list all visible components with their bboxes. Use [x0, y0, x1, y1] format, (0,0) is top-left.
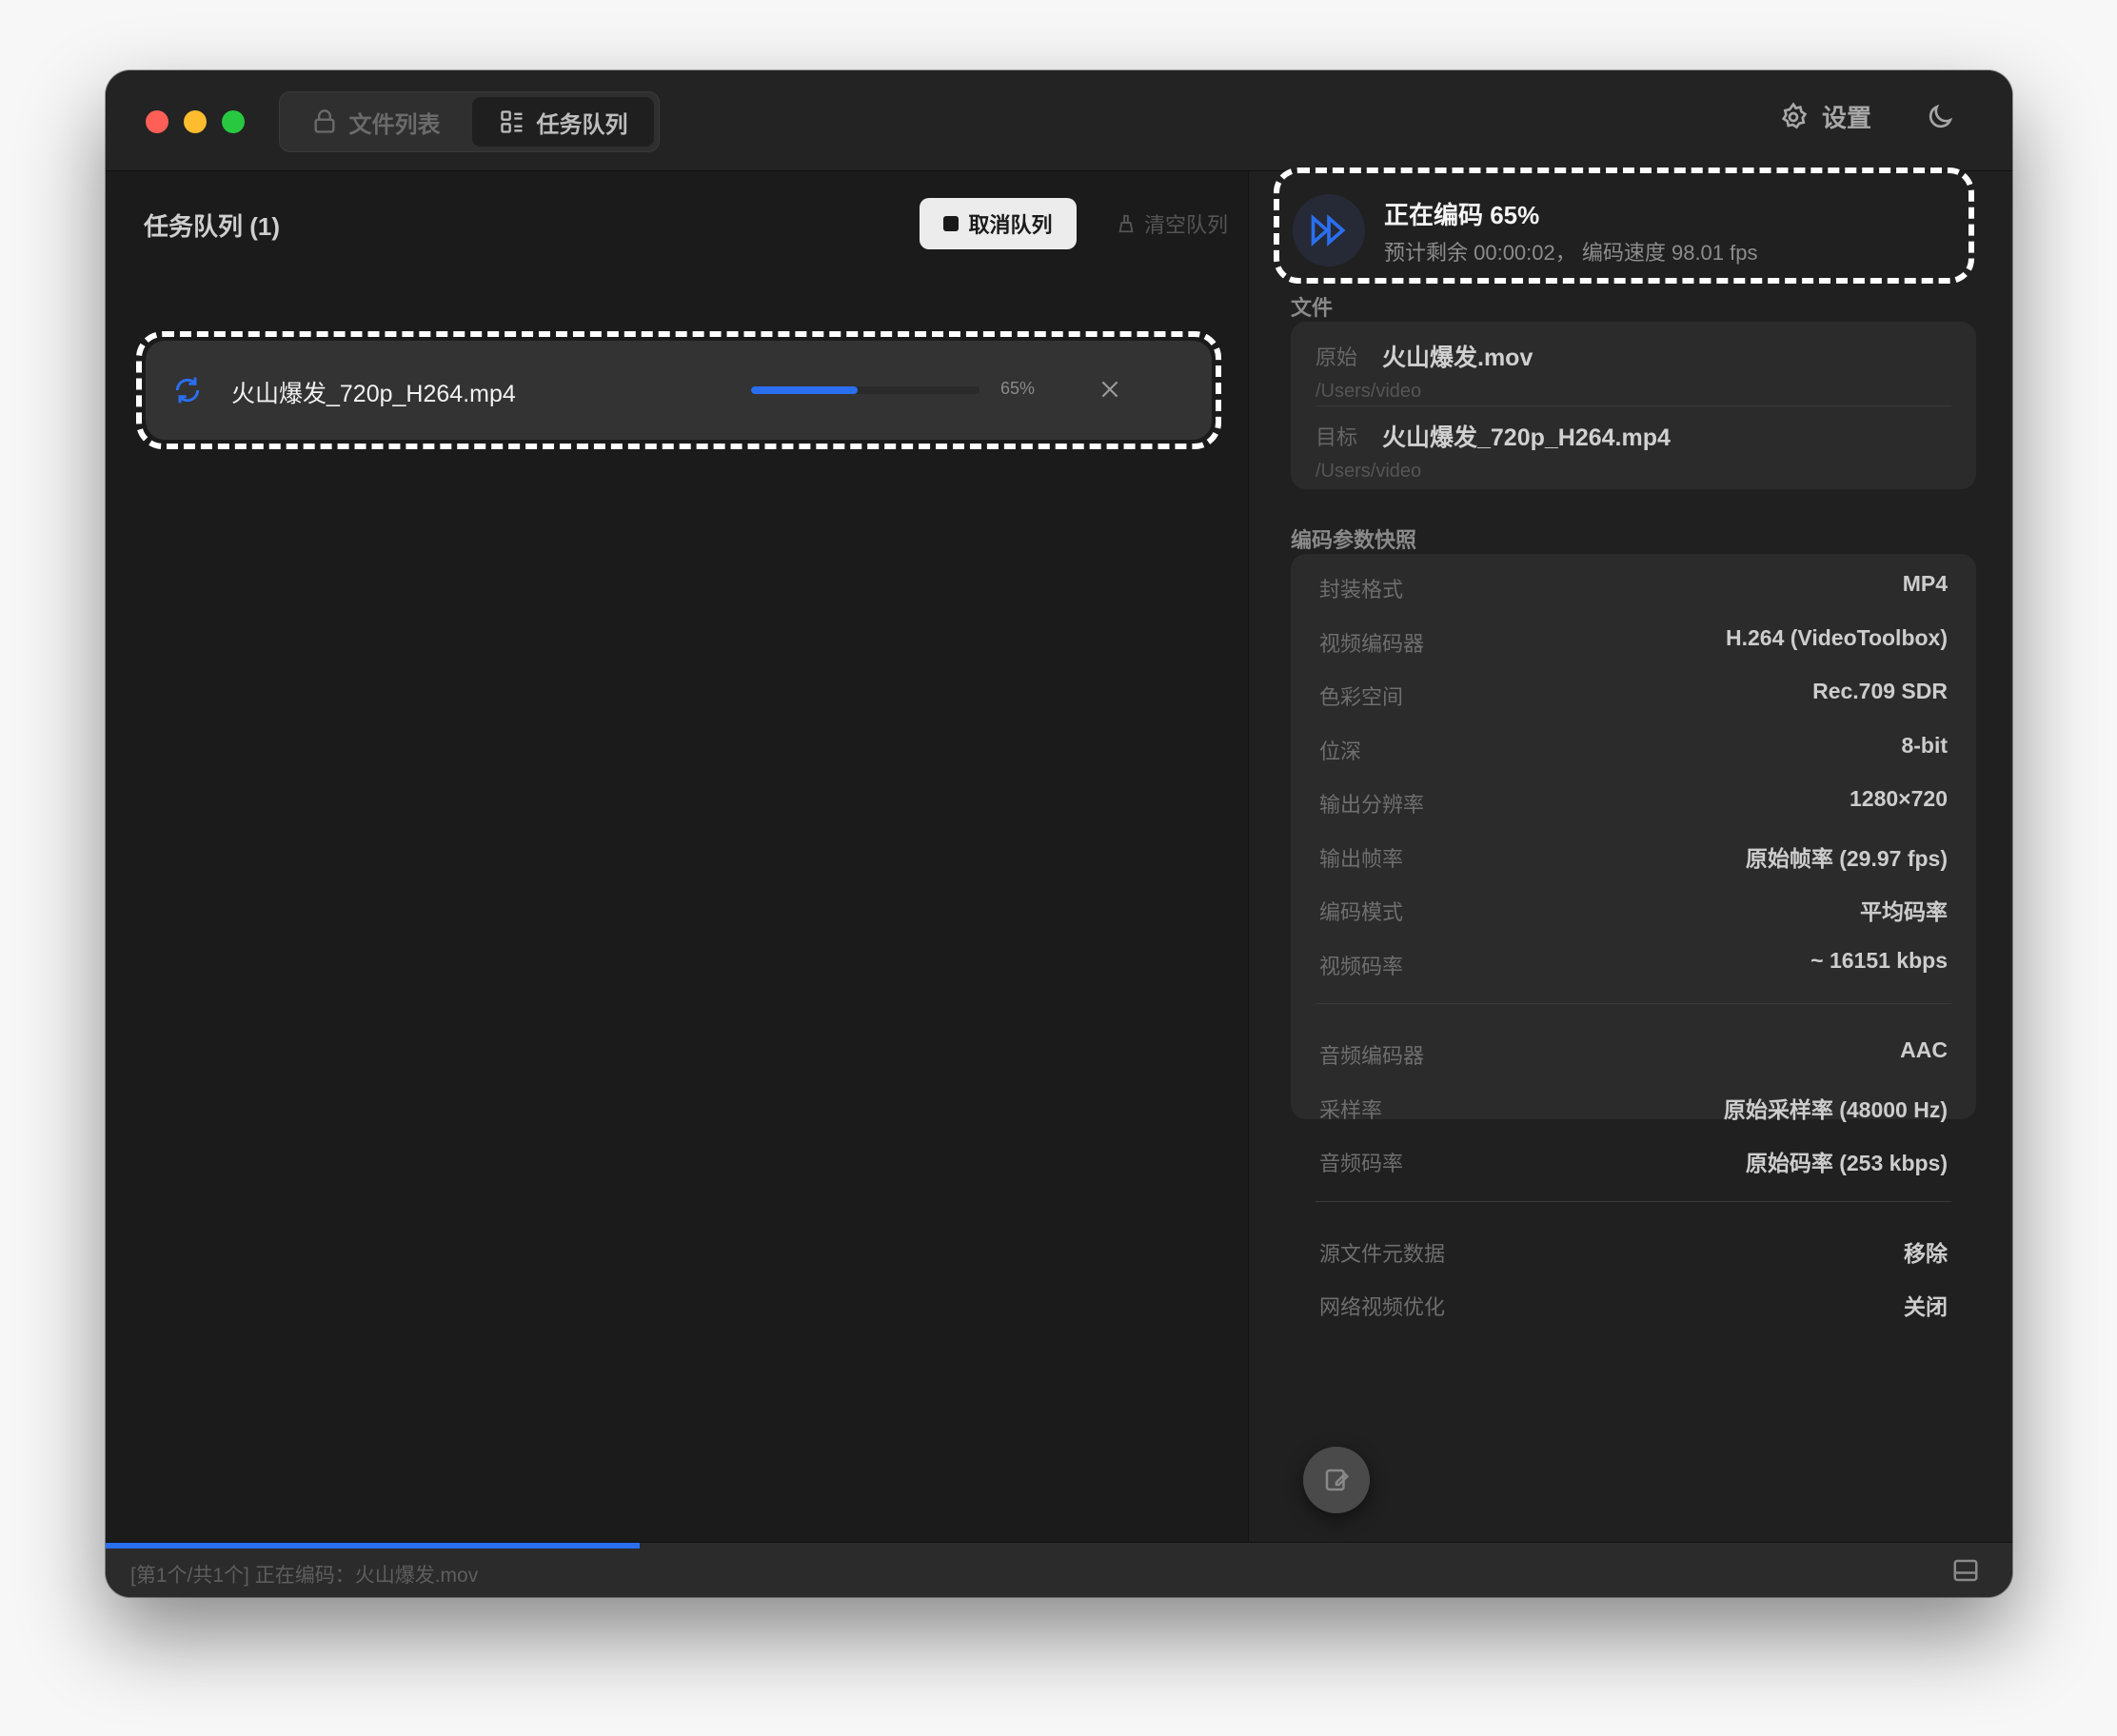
- detail-panel: 正在编码 65% 预计剩余 00:00:02， 编码速度 98.01 fps 文…: [1248, 168, 2012, 1542]
- encoding-status-title: 正在编码 65%: [1384, 201, 1540, 229]
- settings-label: 设置: [1821, 104, 1871, 132]
- task-item[interactable]: 火山爆发_720p_H264.mp4 65%: [146, 341, 1212, 440]
- param-key: 视频码率: [1319, 954, 1404, 978]
- param-row: 网络视频优化 关闭: [1319, 1285, 1948, 1323]
- encoding-status-icon: [1293, 194, 1365, 266]
- param-value: 移除: [1904, 1240, 1948, 1266]
- task-filename: 火山爆发_720p_H264.mp4: [231, 381, 516, 407]
- sidebar-toggle-icon[interactable]: [1951, 1556, 1980, 1585]
- tab-file-list[interactable]: 文件列表: [285, 97, 466, 147]
- encoding-status-subtitle: 预计剩余 00:00:02， 编码速度 98.01 fps: [1384, 241, 1758, 265]
- param-key: 视频编码器: [1319, 631, 1425, 656]
- titlebar-actions: 设置: [1778, 99, 1955, 134]
- task-progress-fill: [751, 386, 859, 394]
- param-value: 1280×720: [1850, 786, 1948, 811]
- overall-progress-bar: [106, 1543, 2012, 1549]
- title-bar: 文件列表 任务队列 设置: [106, 70, 2012, 171]
- param-value: 原始帧率 (29.97 fps): [1745, 845, 1948, 871]
- queue-header: 任务队列 (1) 取消队列 清空队列: [144, 198, 1228, 251]
- queue-title: 任务队列 (1): [144, 212, 281, 241]
- queue-panel: 任务队列 (1) 取消队列 清空队列 火山爆发_720p_H264.mp4 65…: [106, 171, 1248, 1542]
- fast-forward-icon: [1311, 214, 1346, 247]
- param-value: AAC: [1900, 1037, 1948, 1062]
- param-row: 采样率 原始采样率 (48000 Hz): [1319, 1088, 1948, 1126]
- target-path: /Users/video: [1316, 461, 1422, 482]
- view-switcher: 文件列表 任务队列: [279, 91, 660, 152]
- remove-task-icon[interactable]: [1098, 377, 1122, 402]
- param-key: 位深: [1319, 739, 1362, 763]
- moon-icon[interactable]: [1925, 102, 1955, 132]
- param-value: 平均码率: [1860, 899, 1948, 924]
- clear-queue-button[interactable]: 清空队列: [1105, 198, 1238, 249]
- param-key: 色彩空间: [1319, 685, 1404, 709]
- files-divider: [1316, 405, 1951, 406]
- param-row: 源文件元数据 移除: [1319, 1232, 1948, 1270]
- param-row: 输出帧率 原始帧率 (29.97 fps): [1319, 837, 1948, 875]
- param-key: 封装格式: [1319, 578, 1404, 602]
- task-progress-bar: [751, 386, 979, 394]
- source-filename: 火山爆发.mov: [1382, 345, 1533, 371]
- clear-queue-label: 清空队列: [1143, 213, 1228, 237]
- source-key: 原始: [1316, 345, 1358, 369]
- tab-task-queue[interactable]: 任务队列: [472, 97, 654, 147]
- param-row: 视频码率 ~ 16151 kbps: [1319, 944, 1948, 982]
- edit-icon: [1325, 1469, 1350, 1491]
- cancel-queue-button[interactable]: 取消队列: [920, 198, 1077, 249]
- param-key: 网络视频优化: [1319, 1295, 1446, 1319]
- status-bar-text: [第1个/共1个] 正在编码：火山爆发.mov: [130, 1565, 479, 1587]
- sync-icon: [175, 377, 200, 404]
- cancel-queue-label: 取消队列: [968, 213, 1053, 237]
- overall-progress-fill: [106, 1543, 640, 1549]
- source-path: /Users/video: [1316, 381, 1422, 402]
- window-controls: [146, 110, 245, 133]
- param-key: 输出分辨率: [1319, 793, 1425, 817]
- gear-icon: [1781, 101, 1808, 129]
- param-key: 音频编码器: [1319, 1044, 1425, 1068]
- param-key: 编码模式: [1319, 900, 1404, 924]
- param-row: 封装格式 MP4: [1319, 567, 1948, 605]
- param-value: MP4: [1902, 571, 1948, 596]
- param-value: ~ 16151 kbps: [1810, 947, 1948, 973]
- files-section-label: 文件: [1291, 296, 1334, 320]
- param-row: 输出分辨率 1280×720: [1319, 782, 1948, 820]
- params-section-label: 编码参数快照: [1291, 528, 1417, 552]
- files-card: 原始 火山爆发.mov /Users/video 目标 火山爆发_720p_H2…: [1291, 322, 1976, 489]
- param-row: 编码模式 平均码率: [1319, 890, 1948, 928]
- target-filename: 火山爆发_720p_H264.mp4: [1382, 424, 1671, 451]
- task-progress-label: 65%: [1000, 379, 1036, 398]
- param-key: 采样率: [1319, 1097, 1383, 1122]
- status-bar: [第1个/共1个] 正在编码：火山爆发.mov: [106, 1542, 2012, 1597]
- param-key: 源文件元数据: [1319, 1241, 1446, 1266]
- target-key: 目标: [1316, 425, 1358, 449]
- broom-icon: [1118, 214, 1134, 233]
- tab-file-list-label: 文件列表: [348, 111, 441, 138]
- params-divider: [1316, 1003, 1951, 1004]
- param-row: 视频编码器 H.264 (VideoToolbox): [1319, 621, 1948, 660]
- param-row: 音频编码器 AAC: [1319, 1034, 1948, 1072]
- param-value: H.264 (VideoToolbox): [1725, 624, 1948, 650]
- tab-task-queue-label: 任务队列: [536, 111, 628, 138]
- param-row: 位深 8-bit: [1319, 729, 1948, 767]
- app-window: 文件列表 任务队列 设置 任务队列 (1) 取消队列 清空队列 火山爆发_720…: [106, 70, 2012, 1597]
- param-row: 音频码率 原始码率 (253 kbps): [1319, 1141, 1948, 1179]
- param-value: 原始码率 (253 kbps): [1745, 1151, 1948, 1175]
- param-key: 音频码率: [1319, 1152, 1404, 1175]
- param-key: 输出帧率: [1319, 846, 1404, 871]
- params-card: 封装格式 MP4 视频编码器 H.264 (VideoToolbox) 色彩空间 Rec.…: [1291, 554, 1976, 1319]
- param-value: 关闭: [1904, 1294, 1948, 1319]
- grid-icon: [500, 110, 522, 133]
- params-divider: [1316, 1200, 1951, 1202]
- param-value: Rec.709 SDR: [1812, 679, 1948, 703]
- folder-icon: [314, 109, 334, 133]
- param-row: 色彩空间 Rec.709 SDR: [1319, 675, 1948, 713]
- param-value: 8-bit: [1901, 732, 1948, 758]
- zoom-window-button[interactable]: [222, 110, 245, 133]
- param-value: 原始采样率 (48000 Hz): [1723, 1096, 1948, 1122]
- settings-button[interactable]: 设置: [1778, 99, 1871, 134]
- minimize-window-button[interactable]: [184, 110, 207, 133]
- close-window-button[interactable]: [146, 110, 168, 133]
- edit-params-button[interactable]: [1303, 1447, 1370, 1513]
- stop-icon: [943, 216, 960, 231]
